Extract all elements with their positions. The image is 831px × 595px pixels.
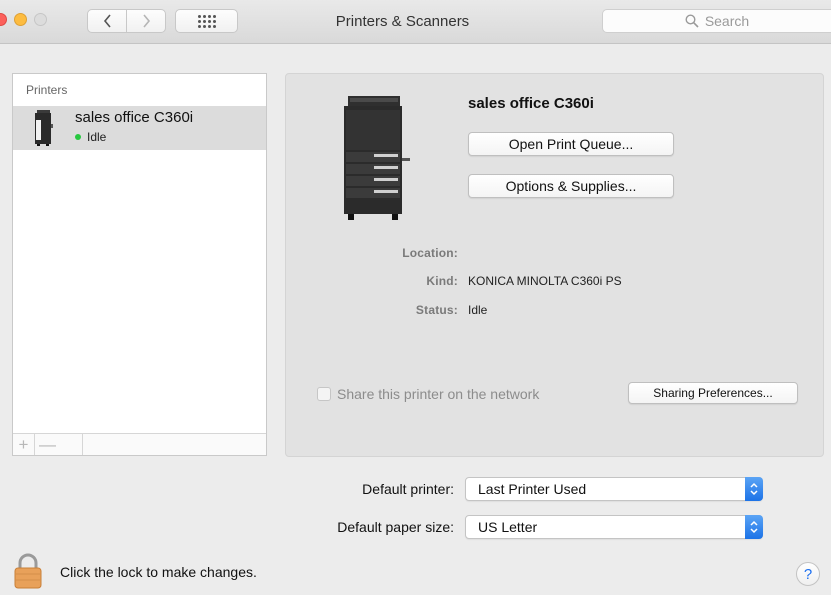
printer-icon	[35, 110, 53, 146]
share-printer-label: Share this printer on the network	[337, 386, 540, 402]
status-value: Idle	[468, 303, 488, 317]
open-print-queue-label: Open Print Queue...	[508, 136, 634, 152]
window-titlebar: Printers & Scanners Search	[0, 0, 831, 44]
window-title-text: Printers & Scanners	[335, 13, 470, 30]
default-printer-select[interactable]: Last Printer Used	[465, 477, 763, 501]
share-printer-option: Share this printer on the network	[317, 386, 539, 402]
lock-icon[interactable]	[14, 553, 42, 589]
add-printer-label: +	[18, 435, 29, 454]
printer-status: Idle	[75, 130, 106, 144]
add-printer-button[interactable]: +	[13, 434, 35, 455]
options-supplies-label: Options & Supplies...	[505, 178, 637, 194]
printers-list: Printers sales office C360i Idle + —	[12, 73, 267, 456]
sharing-preferences-button[interactable]: Sharing Preferences...	[628, 382, 798, 404]
default-paper-size-select[interactable]: US Letter	[465, 515, 763, 539]
lock-message: Click the lock to make changes.	[60, 564, 257, 580]
printer-detail-panel: sales office C360i Open Print Queue... O…	[285, 73, 824, 457]
open-print-queue-button[interactable]: Open Print Queue...	[468, 132, 674, 156]
printer-name: sales office C360i	[75, 109, 194, 126]
printer-status-text: Idle	[87, 130, 107, 144]
default-paper-size-label: Default paper size:	[337, 519, 454, 535]
remove-printer-button[interactable]: —	[35, 434, 83, 455]
default-printer-stepper-icon	[745, 477, 763, 501]
status-dot-icon	[75, 134, 81, 140]
default-paper-size-value: US Letter	[478, 519, 538, 535]
search-icon	[685, 14, 699, 28]
options-supplies-button[interactable]: Options & Supplies...	[468, 174, 674, 198]
help-button[interactable]: ?	[796, 562, 820, 586]
printers-list-toolbar: + —	[13, 433, 266, 455]
status-label: Status:	[415, 303, 458, 317]
printer-image-icon	[344, 96, 410, 220]
default-paper-stepper-icon	[745, 515, 763, 539]
kind-value: KONICA MINOLTA C360i PS	[468, 274, 622, 288]
remove-printer-label: —	[39, 435, 56, 454]
share-printer-checkbox[interactable]	[317, 387, 331, 401]
location-label: Location:	[402, 246, 458, 260]
printer-title: sales office C360i	[468, 95, 594, 112]
kind-label: Kind:	[426, 274, 458, 288]
help-icon: ?	[803, 565, 813, 583]
default-printer-value: Last Printer Used	[478, 481, 587, 497]
printers-list-header: Printers	[26, 83, 68, 97]
search-field[interactable]: Search	[602, 9, 831, 33]
search-placeholder: Search	[704, 13, 750, 29]
sharing-preferences-label: Sharing Preferences...	[653, 386, 773, 400]
printer-list-item[interactable]: sales office C360i Idle	[13, 106, 266, 150]
default-printer-label: Default printer:	[362, 481, 454, 497]
